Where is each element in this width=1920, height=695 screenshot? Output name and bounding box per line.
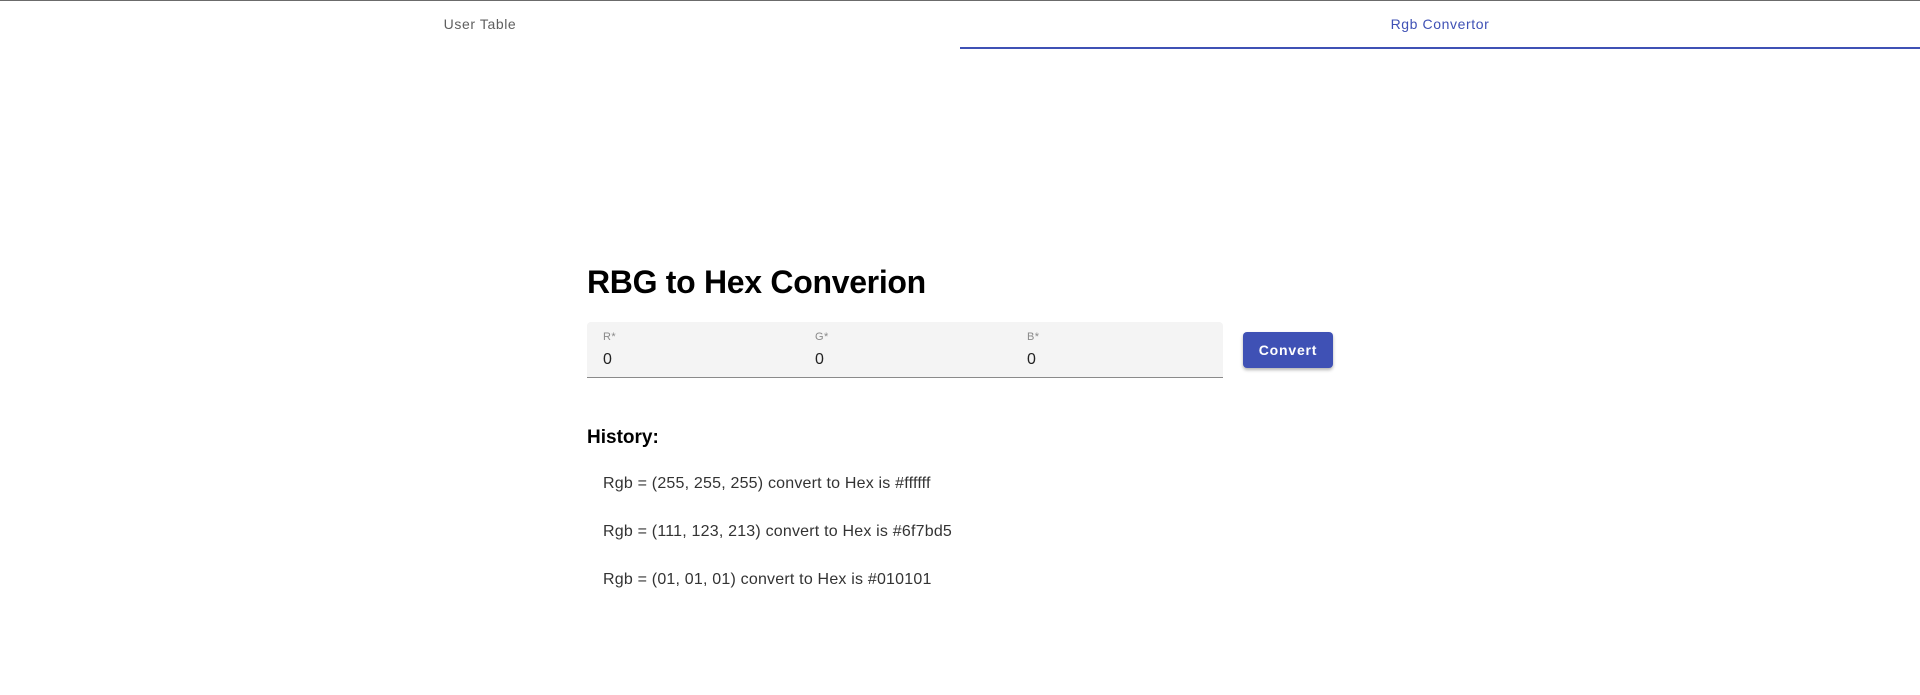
tab-rgb-convertor[interactable]: Rgb Convertor xyxy=(960,1,1920,49)
r-field-label: R* xyxy=(603,331,617,343)
g-field[interactable]: G* 0 xyxy=(799,322,1011,377)
rgb-form: R* 0 G* 0 B* 0 Convert xyxy=(587,322,1387,378)
b-field-label: B* xyxy=(1027,331,1040,343)
g-field-value[interactable]: 0 xyxy=(815,350,995,370)
g-field-label: G* xyxy=(815,331,829,343)
history-item: Rgb = (111, 123, 213) convert to Hex is … xyxy=(603,523,953,540)
history-item: Rgb = (01, 01, 01) convert to Hex is #01… xyxy=(603,571,932,588)
history-item: Rgb = (255, 255, 255) convert to Hex is … xyxy=(603,475,931,492)
b-field-value[interactable]: 0 xyxy=(1027,350,1207,370)
convert-button[interactable]: Convert xyxy=(1243,332,1333,368)
page-title: RBG to Hex Converion xyxy=(587,264,926,300)
tab-bar: User Table Rgb Convertor xyxy=(0,1,1920,49)
r-field[interactable]: R* 0 xyxy=(587,322,799,377)
converter-panel: RBG to Hex Converion R* 0 G* 0 B* 0 Conv… xyxy=(587,258,1387,618)
history-title: History: xyxy=(587,427,659,448)
rgb-fields: R* 0 G* 0 B* 0 xyxy=(587,322,1223,378)
r-field-value[interactable]: 0 xyxy=(603,350,783,370)
b-field[interactable]: B* 0 xyxy=(1011,322,1223,377)
tab-user-table[interactable]: User Table xyxy=(0,1,960,49)
history-list: Rgb = (255, 255, 255) convert to Hex is … xyxy=(587,474,1387,590)
